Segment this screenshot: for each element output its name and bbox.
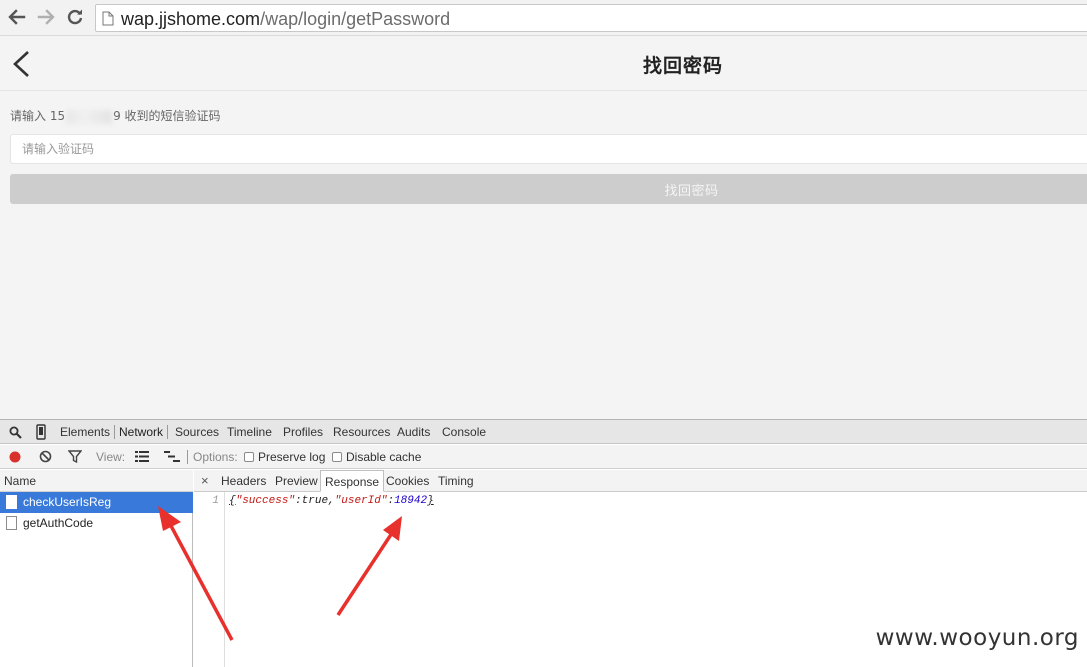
list-view-icon[interactable]: [135, 451, 149, 462]
waterfall-view-icon[interactable]: [164, 451, 180, 462]
preserve-log-checkbox[interactable]: Preserve log: [244, 450, 325, 464]
browser-toolbar: wap.jjshome.com/wap/login/getPassword: [0, 0, 1087, 36]
inspect-search-icon[interactable]: [9, 426, 22, 439]
devtools-tabbar: Elements Network Sources Timeline Profil…: [0, 420, 1087, 444]
name-column-header[interactable]: Name: [0, 470, 193, 492]
url-path: /wap/login/getPassword: [260, 9, 451, 29]
url-text: wap.jjshome.com/wap/login/getPassword: [121, 9, 450, 30]
view-label: View:: [96, 450, 126, 464]
request-name: getAuthCode: [23, 516, 94, 530]
filter-icon[interactable]: [68, 450, 82, 463]
sms-hint: 请输入 15 9 收到的短信验证码: [10, 107, 221, 124]
tab-cookies[interactable]: Cookies: [386, 474, 429, 488]
tab-response[interactable]: Response: [320, 470, 385, 492]
toolbar-separator: [187, 450, 188, 464]
record-icon[interactable]: [9, 451, 21, 463]
checkbox-box[interactable]: [244, 452, 254, 462]
tab-headers[interactable]: Headers: [221, 474, 266, 488]
json-colon: :: [295, 495, 302, 507]
tab-elements[interactable]: Elements: [60, 425, 110, 439]
json-key: "success": [235, 495, 296, 507]
retrieve-password-button[interactable]: 找回密码: [10, 174, 1087, 204]
url-host: wap.jjshome.com: [121, 9, 261, 29]
reload-icon: [67, 9, 83, 25]
page-header: 找回密码: [0, 37, 1087, 91]
tab-sources[interactable]: Sources: [175, 425, 219, 439]
tab-resources[interactable]: Resources: [333, 425, 390, 439]
options-label: Options:: [193, 450, 238, 464]
back-button[interactable]: [6, 6, 28, 28]
tab-timeline[interactable]: Timeline: [227, 425, 272, 439]
hint-prefix: 请输入 15: [10, 109, 66, 123]
json-key: "userId": [334, 495, 388, 507]
document-icon: [6, 495, 17, 509]
json-brace: }: [427, 495, 434, 507]
line-number: 1: [212, 495, 219, 507]
response-body[interactable]: {"success":true,"userId":18942}: [229, 495, 434, 507]
page-icon: [102, 11, 114, 26]
tab-audits[interactable]: Audits: [397, 425, 430, 439]
tab-console[interactable]: Console: [442, 425, 486, 439]
arrow-left-icon: [8, 9, 26, 25]
arrow-right-icon: [37, 9, 55, 25]
request-row[interactable]: checkUserIsReg: [0, 492, 193, 513]
json-brace: {: [229, 495, 236, 507]
document-icon: [6, 516, 17, 530]
line-gutter: 1: [194, 492, 225, 667]
checkbox-box[interactable]: [332, 452, 342, 462]
close-icon[interactable]: ×: [201, 473, 209, 488]
forward-button[interactable]: [35, 6, 57, 28]
device-mode-icon[interactable]: [36, 424, 46, 440]
reload-button[interactable]: [64, 6, 86, 28]
clear-icon[interactable]: [39, 450, 52, 463]
tab-profiles[interactable]: Profiles: [283, 425, 323, 439]
page-title: 找回密码: [642, 55, 723, 77]
tab-separator: [167, 425, 168, 439]
tab-network[interactable]: Network: [119, 425, 163, 439]
hint-suffix: 9 收到的短信验证码: [113, 109, 221, 123]
tab-timing[interactable]: Timing: [438, 474, 474, 488]
detail-tabbar: × Headers Preview Response Cookies Timin…: [194, 470, 1087, 492]
request-list: Name checkUserIsReg getAuthCode: [0, 470, 193, 667]
request-name: checkUserIsReg: [23, 495, 112, 509]
disable-cache-label: Disable cache: [346, 450, 422, 464]
json-comma: ,: [328, 495, 335, 507]
verification-code-input[interactable]: [10, 134, 1087, 164]
address-bar[interactable]: wap.jjshome.com/wap/login/getPassword: [95, 4, 1087, 32]
network-toolbar: View: Options: Preserve log Disable cach…: [0, 445, 1087, 469]
web-page: 找回密码 请输入 15 9 收到的短信验证码 找回密码: [0, 37, 1087, 419]
json-value: true: [301, 495, 329, 507]
watermark: www.wooyun.org: [875, 625, 1079, 651]
request-row[interactable]: getAuthCode: [0, 513, 193, 534]
preserve-log-label: Preserve log: [258, 450, 326, 464]
json-number: 18942: [394, 495, 428, 507]
tab-separator: [114, 425, 115, 439]
disable-cache-checkbox[interactable]: Disable cache: [332, 450, 421, 464]
tab-preview[interactable]: Preview: [275, 474, 318, 488]
redacted-phone: [66, 109, 113, 124]
